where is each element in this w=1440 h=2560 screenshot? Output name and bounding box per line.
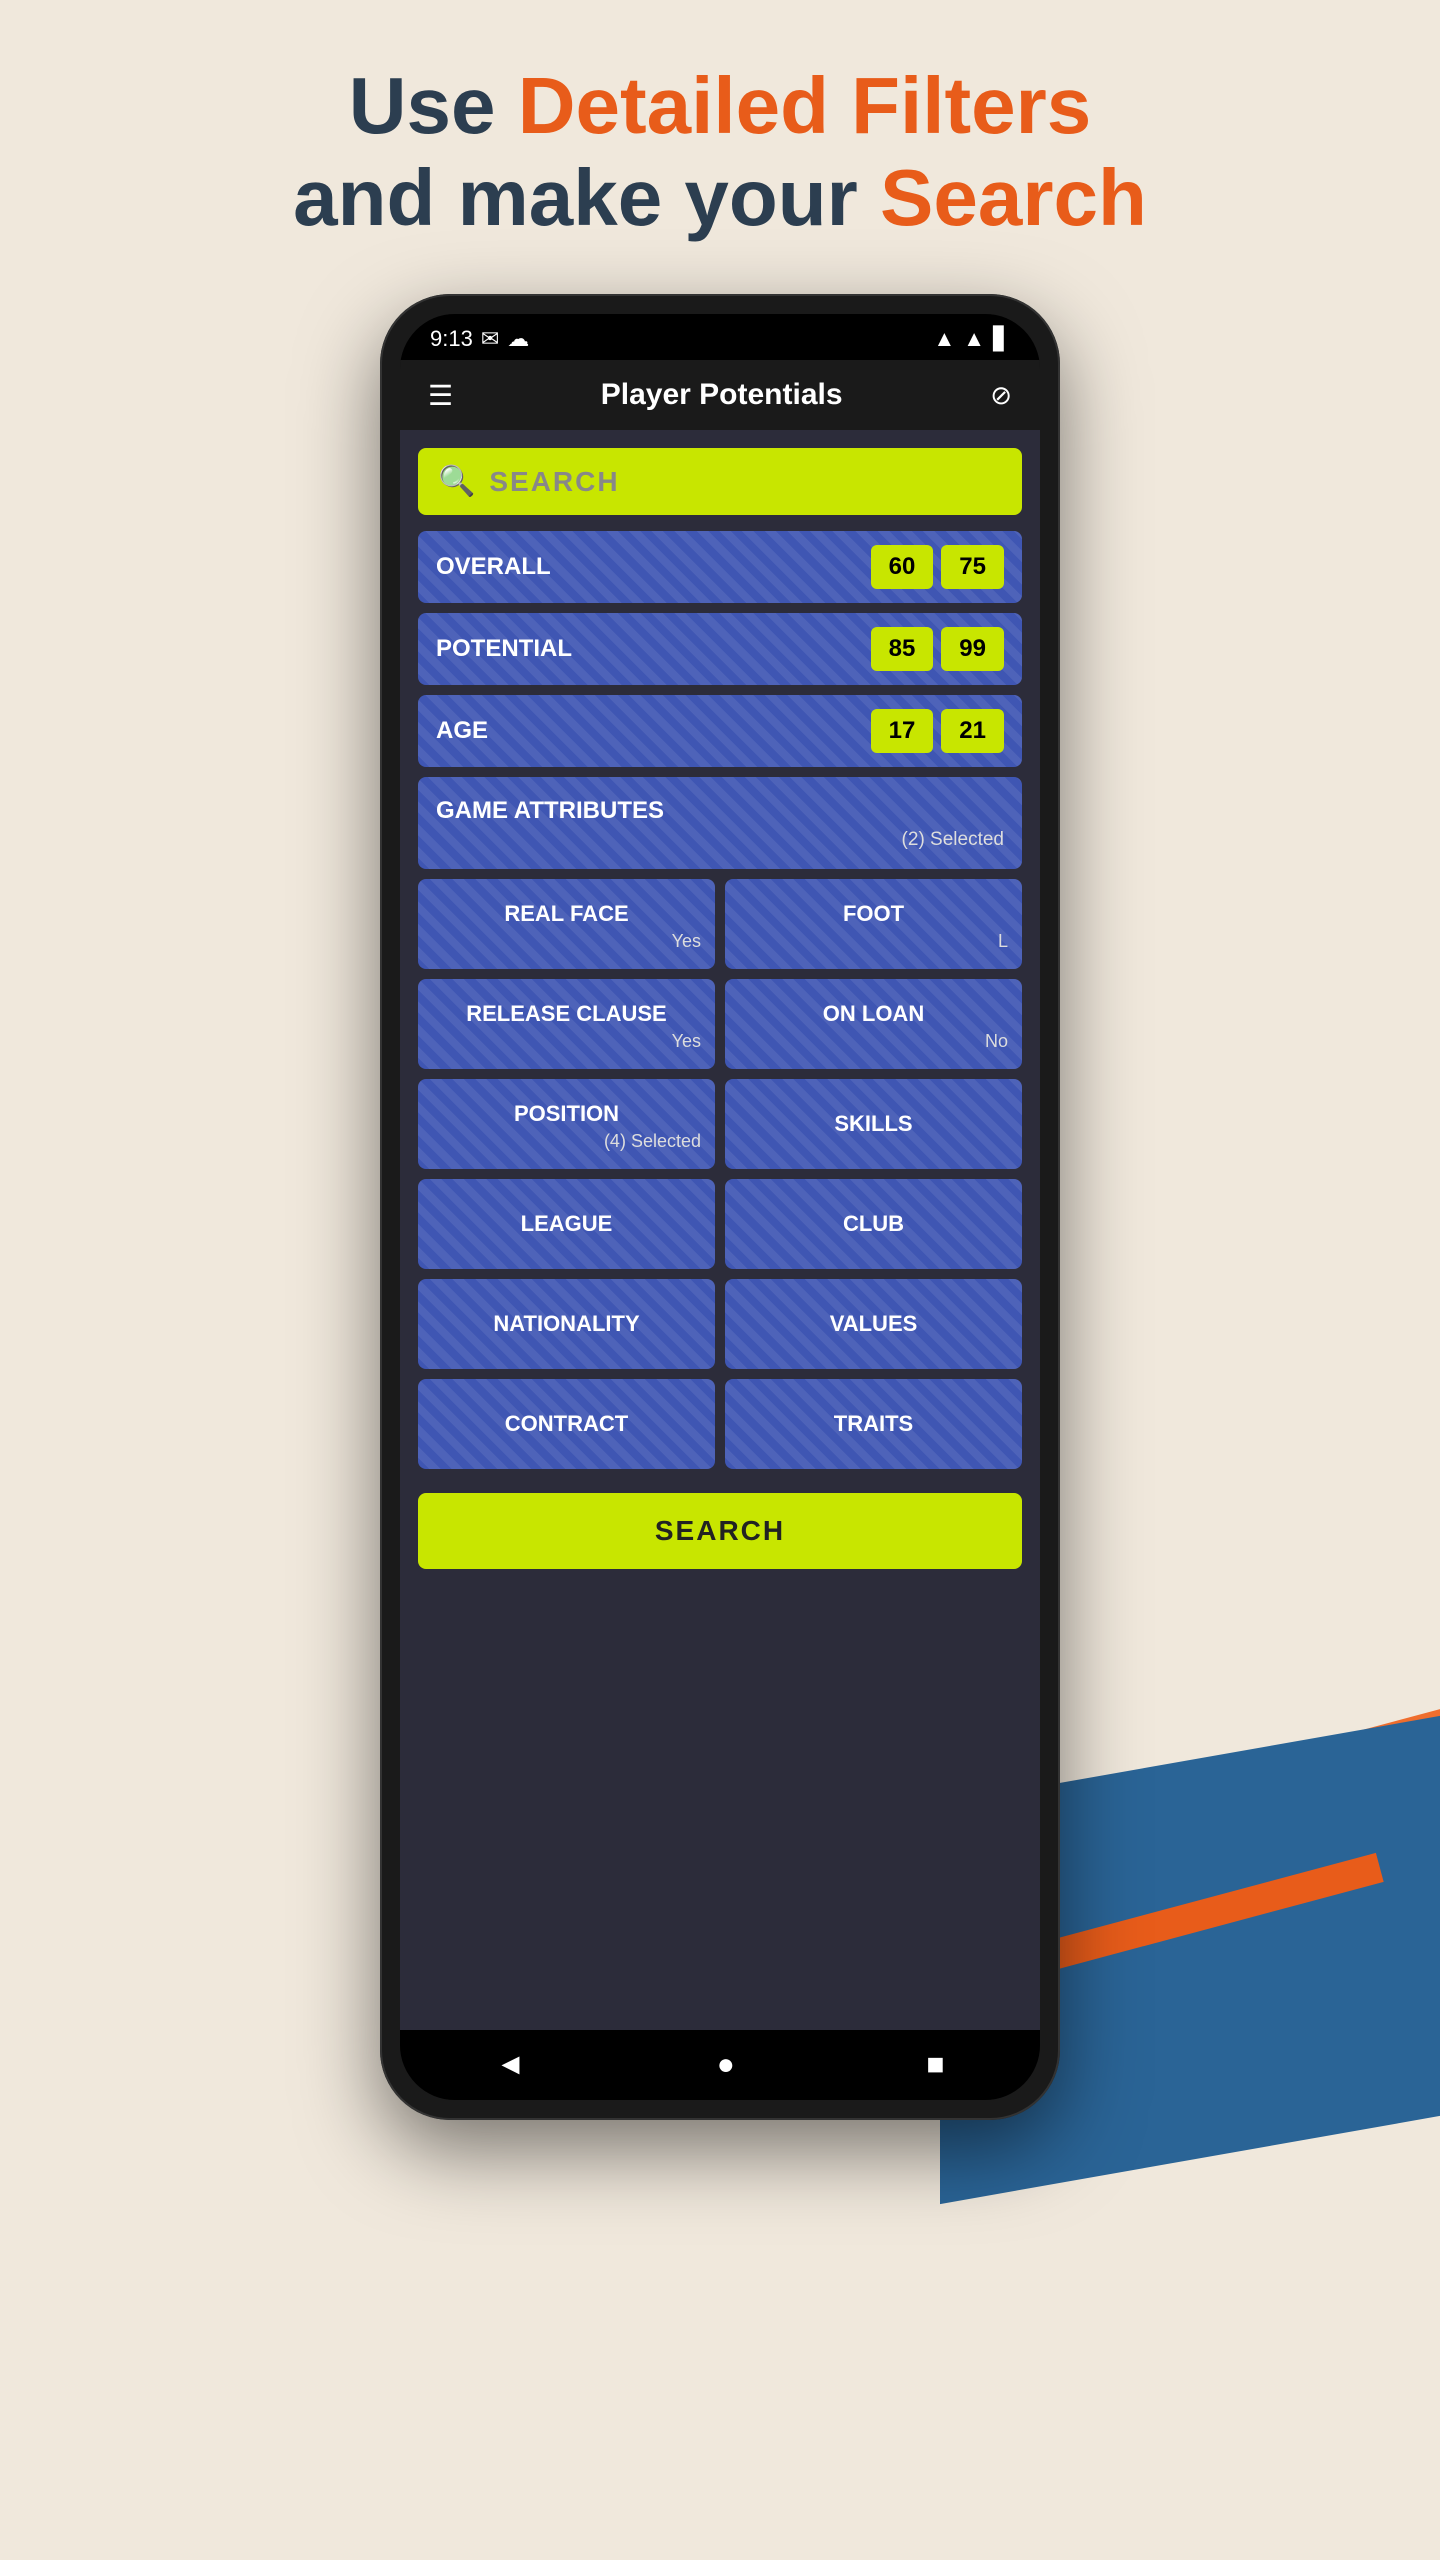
on-loan-label: ON LOAN: [739, 1001, 1008, 1027]
game-attributes-sub: (2) Selected: [436, 829, 1004, 861]
home-button[interactable]: ●: [717, 2048, 735, 2082]
age-filter[interactable]: AGE 17 21: [418, 695, 1022, 767]
skills-filter[interactable]: SKILLS: [725, 1079, 1022, 1169]
league-label: LEAGUE: [432, 1211, 701, 1237]
back-button[interactable]: ◄: [496, 2048, 526, 2082]
contract-filter[interactable]: CONTRACT: [418, 1379, 715, 1469]
on-loan-sub: No: [739, 1031, 1008, 1058]
battery-icon: ▋: [993, 326, 1010, 352]
overall-filter[interactable]: OVERALL 60 75: [418, 531, 1022, 603]
position-sub: (4) Selected: [432, 1131, 701, 1158]
release-clause-label: RELEASE CLAUSE: [432, 1001, 701, 1027]
header-line2: and make your Search: [293, 152, 1147, 244]
search-icon: 🔍: [438, 464, 475, 499]
release-clause-sub: Yes: [432, 1031, 701, 1058]
overall-row: OVERALL 60 75: [418, 531, 1022, 603]
on-loan-filter[interactable]: ON LOAN No: [725, 979, 1022, 1069]
status-right: ▲ ▲ ▋: [934, 326, 1010, 352]
potential-label: POTENTIAL: [436, 635, 572, 663]
real-face-filter[interactable]: REAL FACE Yes: [418, 879, 715, 969]
league-sub: [432, 1241, 701, 1247]
values-sub: [739, 1341, 1008, 1347]
position-label: POSITION: [432, 1101, 701, 1127]
traits-filter[interactable]: TRAITS: [725, 1379, 1022, 1469]
status-left: 9:13 ✉ ☁: [430, 326, 529, 352]
release-clause-filter[interactable]: RELEASE CLAUSE Yes: [418, 979, 715, 1069]
position-skills-row: POSITION (4) Selected SKILLS: [418, 1079, 1022, 1169]
mail-icon: ✉: [481, 326, 499, 352]
potential-values: 85 99: [871, 627, 1004, 671]
real-face-foot-row: REAL FACE Yes FOOT L: [418, 879, 1022, 969]
header-text-and-make: and make your: [293, 153, 880, 242]
app-content: 🔍 SEARCH OVERALL 60 75: [400, 430, 1040, 2030]
potential-filter[interactable]: POTENTIAL 85 99: [418, 613, 1022, 685]
recents-button[interactable]: ■: [926, 2048, 944, 2082]
header-text-search: Search: [880, 153, 1147, 242]
potential-row: POTENTIAL 85 99: [418, 613, 1022, 685]
age-min[interactable]: 17: [871, 709, 934, 753]
age-values: 17 21: [871, 709, 1004, 753]
search-placeholder: SEARCH: [489, 466, 619, 498]
contract-traits-row: CONTRACT TRAITS: [418, 1379, 1022, 1469]
values-label: VALUES: [739, 1311, 1008, 1337]
foot-sub: L: [739, 931, 1008, 958]
header-text-detailed-filters: Detailed Filters: [518, 61, 1092, 150]
real-face-label: REAL FACE: [432, 901, 701, 927]
search-button[interactable]: SEARCH: [418, 1493, 1022, 1569]
nationality-filter[interactable]: NATIONALITY: [418, 1279, 715, 1369]
contract-sub: [432, 1441, 701, 1447]
release-clause-on-loan-row: RELEASE CLAUSE Yes ON LOAN No: [418, 979, 1022, 1069]
skills-sub: [739, 1141, 1008, 1147]
club-sub: [739, 1241, 1008, 1247]
traits-sub: [739, 1441, 1008, 1447]
phone-device: 9:13 ✉ ☁ ▲ ▲ ▋ ☰ Player Potentials ⊘: [380, 294, 1060, 2120]
status-time: 9:13: [430, 326, 473, 352]
overall-min[interactable]: 60: [871, 545, 934, 589]
age-max[interactable]: 21: [941, 709, 1004, 753]
traits-label: TRAITS: [739, 1411, 1008, 1437]
club-label: CLUB: [739, 1211, 1008, 1237]
age-row: AGE 17 21: [418, 695, 1022, 767]
foot-filter[interactable]: FOOT L: [725, 879, 1022, 969]
club-filter[interactable]: CLUB: [725, 1179, 1022, 1269]
phone-screen: 9:13 ✉ ☁ ▲ ▲ ▋ ☰ Player Potentials ⊘: [400, 314, 1040, 2100]
search-bar[interactable]: 🔍 SEARCH: [418, 448, 1022, 515]
wifi-icon: ▲: [934, 326, 956, 352]
nationality-sub: [432, 1341, 701, 1347]
overall-label: OVERALL: [436, 553, 551, 581]
filter-clear-icon[interactable]: ⊘: [990, 380, 1012, 411]
game-attributes-filter[interactable]: GAME ATTRIBUTES (2) Selected: [418, 777, 1022, 869]
status-bar: 9:13 ✉ ☁ ▲ ▲ ▋: [400, 314, 1040, 360]
cloud-icon: ☁: [507, 326, 529, 352]
values-filter[interactable]: VALUES: [725, 1279, 1022, 1369]
nationality-label: NATIONALITY: [432, 1311, 701, 1337]
potential-max[interactable]: 99: [941, 627, 1004, 671]
game-attributes-label: GAME ATTRIBUTES: [436, 797, 1004, 825]
nationality-values-row: NATIONALITY VALUES: [418, 1279, 1022, 1369]
nav-title: Player Potentials: [601, 378, 843, 412]
overall-max[interactable]: 75: [941, 545, 1004, 589]
position-filter[interactable]: POSITION (4) Selected: [418, 1079, 715, 1169]
overall-values: 60 75: [871, 545, 1004, 589]
potential-min[interactable]: 85: [871, 627, 934, 671]
header: Use Detailed Filters and make your Searc…: [293, 60, 1147, 244]
top-nav: ☰ Player Potentials ⊘: [400, 360, 1040, 430]
signal-icon: ▲: [963, 326, 985, 352]
age-label: AGE: [436, 717, 488, 745]
header-line1: Use Detailed Filters: [293, 60, 1147, 152]
real-face-sub: Yes: [432, 931, 701, 958]
foot-label: FOOT: [739, 901, 1008, 927]
skills-label: SKILLS: [739, 1111, 1008, 1137]
league-filter[interactable]: LEAGUE: [418, 1179, 715, 1269]
league-club-row: LEAGUE CLUB: [418, 1179, 1022, 1269]
phone-outer-case: 9:13 ✉ ☁ ▲ ▲ ▋ ☰ Player Potentials ⊘: [380, 294, 1060, 2120]
header-text-use: Use: [349, 61, 518, 150]
contract-label: CONTRACT: [432, 1411, 701, 1437]
bottom-nav: ◄ ● ■: [400, 2030, 1040, 2100]
hamburger-icon[interactable]: ☰: [428, 379, 453, 412]
